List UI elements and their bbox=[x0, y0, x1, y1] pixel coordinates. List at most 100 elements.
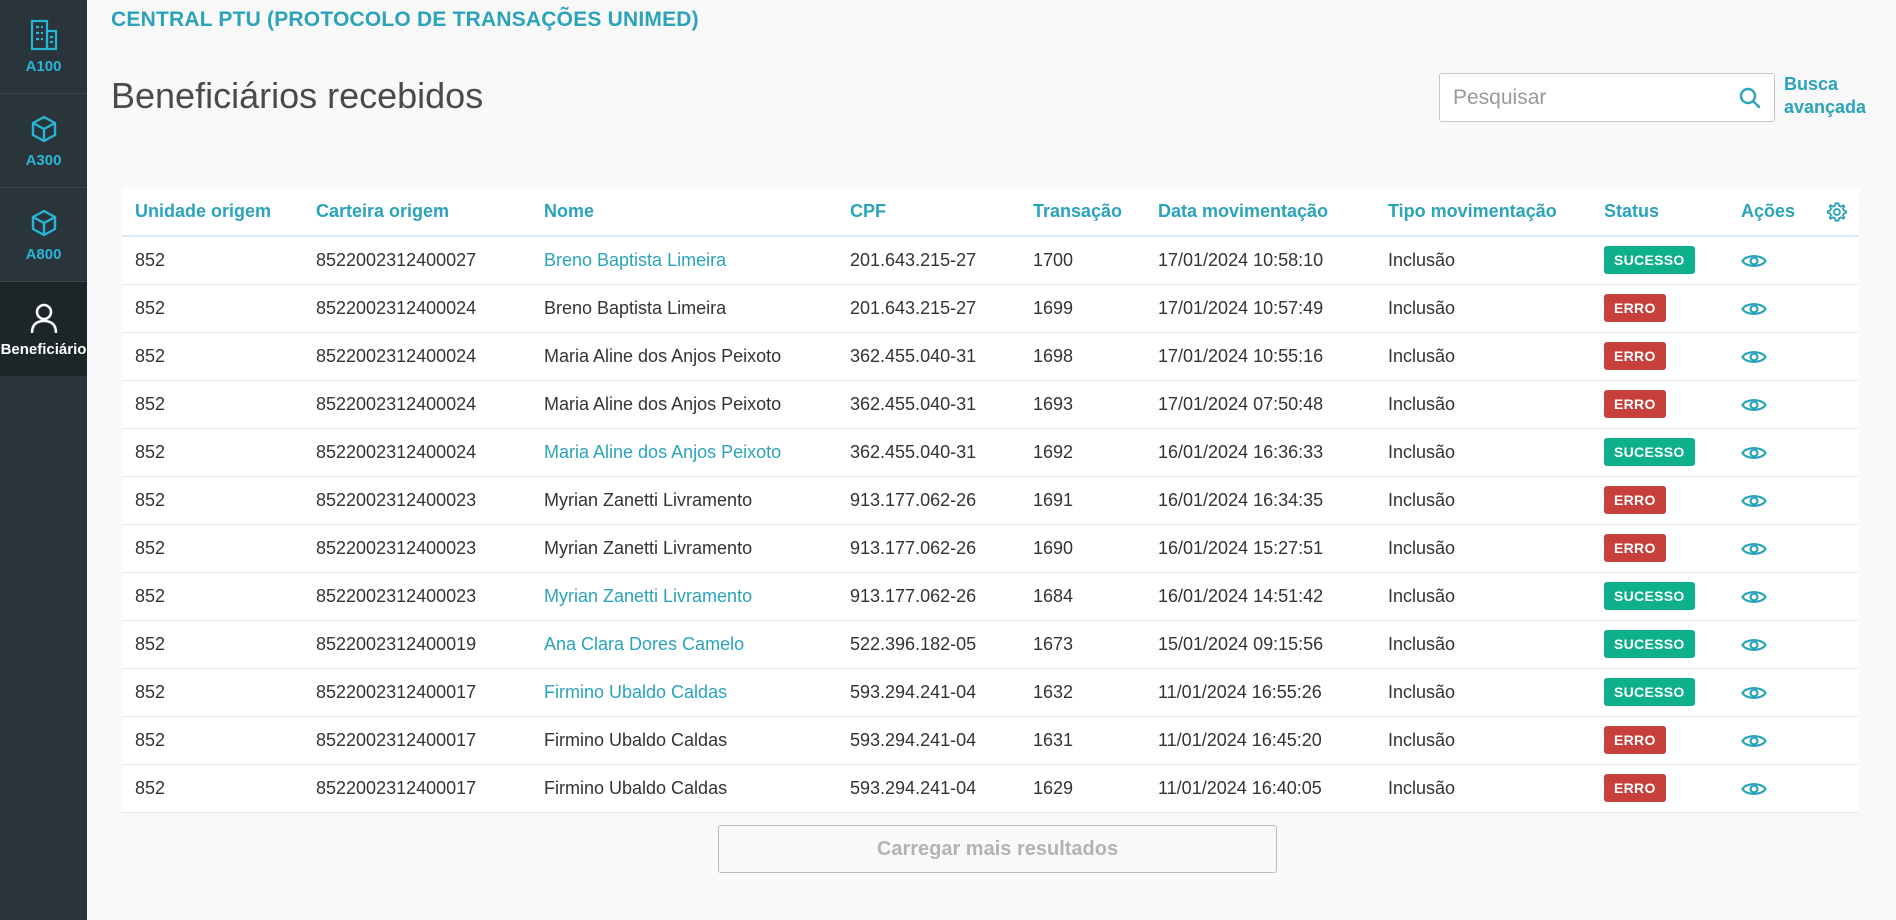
sidebar-item-a800[interactable]: A800 bbox=[0, 188, 87, 282]
eye-icon[interactable] bbox=[1741, 396, 1767, 414]
eye-icon[interactable] bbox=[1741, 684, 1767, 702]
cell-data: 17/01/2024 10:58:10 bbox=[1145, 236, 1375, 285]
eye-icon[interactable] bbox=[1741, 348, 1767, 366]
column-header-cpf[interactable]: CPF bbox=[837, 188, 1020, 237]
table-row: 852 8522002312400017 Firmino Ubaldo Caldas… bbox=[122, 764, 1859, 813]
page-title: Beneficiários recebidos bbox=[111, 75, 484, 116]
beneficiary-name: Firmino Ubaldo Caldas bbox=[544, 777, 728, 798]
cell-acoes bbox=[1728, 764, 1813, 813]
cell-nome: Breno Baptista Limeira bbox=[531, 284, 837, 333]
beneficiary-name: Maria Aline dos Anjos Peixoto bbox=[544, 393, 782, 414]
beneficiary-link[interactable]: Firmino Ubaldo Caldas bbox=[544, 682, 727, 702]
cell-data: 15/01/2024 09:15:56 bbox=[1145, 620, 1375, 669]
cell-data: 16/01/2024 16:36:33 bbox=[1145, 428, 1375, 477]
cell-transacao: 1691 bbox=[1020, 476, 1145, 525]
sidebar-item-a300[interactable]: A300 bbox=[0, 94, 87, 188]
search-input[interactable] bbox=[1440, 74, 1720, 121]
status-badge: SUCESSO bbox=[1604, 678, 1695, 706]
cell-nome[interactable]: Myrian Zanetti Livramento bbox=[531, 572, 837, 621]
beneficiary-name: Maria Aline dos Anjos Peixoto bbox=[544, 345, 782, 366]
cell-status: SUCESSO bbox=[1591, 620, 1728, 669]
cell-cpf: 362.455.040-31 bbox=[837, 428, 1020, 477]
cell-cpf: 201.643.215-27 bbox=[837, 284, 1020, 333]
beneficiary-link[interactable]: Ana Clara Dores Camelo bbox=[544, 634, 744, 654]
load-more-button[interactable]: Carregar mais resultados bbox=[718, 825, 1277, 873]
status-badge: SUCESSO bbox=[1604, 582, 1695, 610]
cell-tipo: Inclusão bbox=[1375, 380, 1591, 429]
cell-carteira: 8522002312400017 bbox=[303, 716, 531, 765]
gear-icon[interactable] bbox=[1826, 201, 1848, 223]
sidebar-item-label: A300 bbox=[25, 152, 62, 169]
cell-data: 17/01/2024 10:55:16 bbox=[1145, 332, 1375, 381]
beneficiary-link[interactable]: Myrian Zanetti Livramento bbox=[544, 586, 752, 606]
cell-acoes bbox=[1728, 716, 1813, 765]
cell-acoes bbox=[1728, 284, 1813, 333]
cell-empty bbox=[1813, 428, 1859, 477]
cell-unidade: 852 bbox=[122, 332, 303, 381]
cube-icon bbox=[27, 206, 61, 240]
cell-unidade: 852 bbox=[122, 476, 303, 525]
eye-icon[interactable] bbox=[1741, 732, 1767, 750]
cell-transacao: 1699 bbox=[1020, 284, 1145, 333]
cell-data: 16/01/2024 14:51:42 bbox=[1145, 572, 1375, 621]
eye-icon[interactable] bbox=[1741, 300, 1767, 318]
user-icon bbox=[27, 301, 61, 335]
cell-transacao: 1700 bbox=[1020, 236, 1145, 285]
cell-carteira: 8522002312400017 bbox=[303, 764, 531, 813]
cell-nome[interactable]: Ana Clara Dores Camelo bbox=[531, 620, 837, 669]
column-header-tipo[interactable]: Tipo movimentação bbox=[1375, 188, 1591, 237]
column-header-data[interactable]: Data movimentação bbox=[1145, 188, 1375, 237]
column-header-carteira[interactable]: Carteira origem bbox=[303, 188, 531, 237]
cell-empty bbox=[1813, 380, 1859, 429]
eye-icon[interactable] bbox=[1741, 540, 1767, 558]
cell-status: ERRO bbox=[1591, 524, 1728, 573]
cell-transacao: 1673 bbox=[1020, 620, 1145, 669]
search-icon[interactable] bbox=[1738, 86, 1762, 110]
column-settings bbox=[1813, 188, 1859, 237]
cell-cpf: 593.294.241-04 bbox=[837, 764, 1020, 813]
cell-unidade: 852 bbox=[122, 236, 303, 285]
cell-nome[interactable]: Firmino Ubaldo Caldas bbox=[531, 668, 837, 717]
cell-acoes bbox=[1728, 620, 1813, 669]
eye-icon[interactable] bbox=[1741, 780, 1767, 798]
cell-nome: Maria Aline dos Anjos Peixoto bbox=[531, 380, 837, 429]
advanced-search-link[interactable]: Busca avançada bbox=[1784, 73, 1884, 119]
cell-empty bbox=[1813, 620, 1859, 669]
cell-cpf: 593.294.241-04 bbox=[837, 668, 1020, 717]
table-row: 852 8522002312400019 Ana Clara Dores Camel… bbox=[122, 620, 1859, 669]
cell-nome: Myrian Zanetti Livramento bbox=[531, 524, 837, 573]
eye-icon[interactable] bbox=[1741, 636, 1767, 654]
cell-acoes bbox=[1728, 524, 1813, 573]
cell-data: 16/01/2024 15:27:51 bbox=[1145, 524, 1375, 573]
eye-icon[interactable] bbox=[1741, 492, 1767, 510]
column-header-status[interactable]: Status bbox=[1591, 188, 1728, 237]
beneficiary-link[interactable]: Breno Baptista Limeira bbox=[544, 250, 726, 270]
cell-nome[interactable]: Breno Baptista Limeira bbox=[531, 236, 837, 285]
cell-carteira: 8522002312400024 bbox=[303, 332, 531, 381]
cell-nome[interactable]: Maria Aline dos Anjos Peixoto bbox=[531, 428, 837, 477]
column-header-nome[interactable]: Nome bbox=[531, 188, 837, 237]
cell-transacao: 1684 bbox=[1020, 572, 1145, 621]
sidebar-item-beneficiario[interactable]: Beneficiário bbox=[0, 282, 87, 376]
cell-tipo: Inclusão bbox=[1375, 572, 1591, 621]
cell-transacao: 1629 bbox=[1020, 764, 1145, 813]
cell-empty bbox=[1813, 716, 1859, 765]
status-badge: ERRO bbox=[1604, 342, 1666, 370]
breadcrumb[interactable]: CENTRAL PTU (PROTOCOLO DE TRANSAÇÕES UNI… bbox=[111, 8, 699, 32]
cell-data: 16/01/2024 16:34:35 bbox=[1145, 476, 1375, 525]
cell-acoes bbox=[1728, 236, 1813, 285]
column-header-transacao[interactable]: Transação bbox=[1020, 188, 1145, 237]
status-badge: SUCESSO bbox=[1604, 438, 1695, 466]
column-header-unidade[interactable]: Unidade origem bbox=[122, 188, 303, 237]
sidebar-item-a100[interactable]: A100 bbox=[0, 0, 87, 94]
cell-unidade: 852 bbox=[122, 284, 303, 333]
eye-icon[interactable] bbox=[1741, 588, 1767, 606]
eye-icon[interactable] bbox=[1741, 444, 1767, 462]
column-header-acoes: Ações bbox=[1728, 188, 1813, 237]
beneficiary-link[interactable]: Maria Aline dos Anjos Peixoto bbox=[544, 442, 781, 462]
cell-unidade: 852 bbox=[122, 380, 303, 429]
cell-unidade: 852 bbox=[122, 764, 303, 813]
eye-icon[interactable] bbox=[1741, 252, 1767, 270]
table-header: Unidade origem Carteira origem Nome CPF … bbox=[122, 188, 1859, 237]
cell-transacao: 1693 bbox=[1020, 380, 1145, 429]
